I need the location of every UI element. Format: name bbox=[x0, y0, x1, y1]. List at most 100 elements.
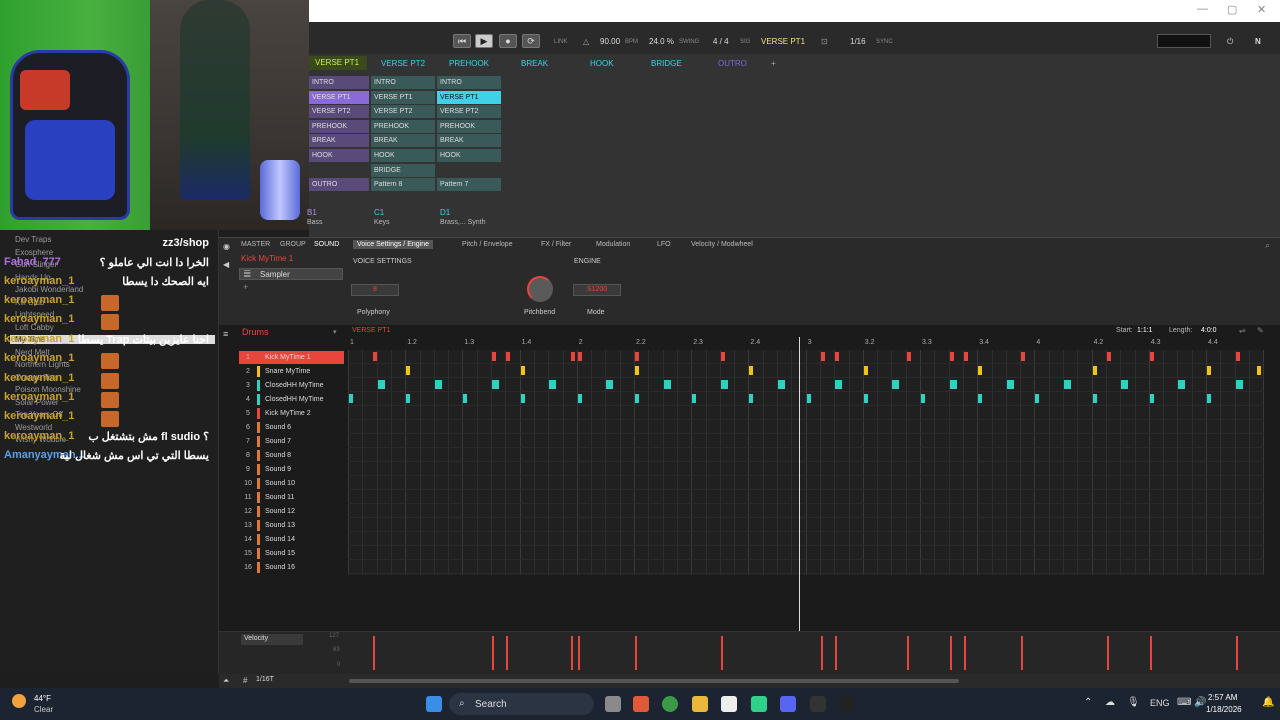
velocity-bar[interactable] bbox=[1106, 636, 1109, 670]
grid-icon[interactable]: # bbox=[243, 676, 247, 685]
velocity-bar[interactable] bbox=[820, 636, 823, 670]
sound-row[interactable]: 10 Sound 10 bbox=[239, 477, 344, 490]
note-step[interactable] bbox=[906, 352, 911, 361]
plugin-icon[interactable]: ◀ bbox=[223, 260, 229, 269]
quantize-value[interactable]: 1/16 bbox=[850, 37, 866, 46]
note-step[interactable] bbox=[892, 380, 900, 389]
sound-row[interactable]: 5 Kick MyTime 2 bbox=[239, 407, 344, 420]
velocity-bar[interactable] bbox=[492, 636, 494, 670]
zoom-icon[interactable]: ⇌ bbox=[1239, 326, 1246, 335]
note-step[interactable] bbox=[635, 394, 639, 403]
velocity-bar[interactable] bbox=[720, 636, 723, 670]
timeline-ruler[interactable]: 1 1.2 1.3 1.4 2 2.2 2.3 2.4 3 3.2 3.3 3.4 4 4.2 4.3 4.4 bbox=[348, 339, 1264, 349]
note-step[interactable] bbox=[635, 352, 639, 361]
note-step[interactable] bbox=[1006, 380, 1014, 389]
network-icon[interactable]: ⌨ bbox=[1177, 697, 1191, 708]
pattern-slot[interactable]: BREAK bbox=[309, 134, 369, 148]
pattern-slot[interactable] bbox=[309, 164, 369, 177]
sound-row[interactable]: 6 Sound 6 bbox=[239, 421, 344, 434]
length-value[interactable]: 4:0:0 bbox=[1201, 327, 1217, 334]
sound-row[interactable]: 9 Sound 9 bbox=[239, 463, 344, 476]
sound-row[interactable]: 3 ClosedHH MyTime bbox=[239, 379, 344, 392]
note-step[interactable] bbox=[377, 380, 385, 389]
pattern-slot[interactable]: VERSE PT1 bbox=[371, 90, 435, 104]
note-step[interactable] bbox=[863, 366, 868, 375]
note-step[interactable] bbox=[1149, 352, 1154, 361]
play-button[interactable]: ▶ bbox=[475, 34, 493, 48]
note-step[interactable] bbox=[863, 394, 868, 403]
scene-tab[interactable]: BRIDGE bbox=[651, 59, 682, 68]
note-step[interactable] bbox=[492, 380, 499, 389]
pattern-slot[interactable]: BRIDGE bbox=[371, 163, 435, 177]
note-step[interactable] bbox=[820, 352, 825, 361]
collapse-icon[interactable]: ⏶ bbox=[223, 676, 229, 686]
note-step[interactable] bbox=[1257, 366, 1262, 375]
pattern-slot[interactable]: INTRO bbox=[437, 76, 501, 89]
scene-tab[interactable]: BREAK bbox=[521, 59, 548, 68]
note-step[interactable] bbox=[1092, 366, 1097, 375]
sound-row[interactable]: 14 Sound 14 bbox=[239, 533, 344, 546]
pattern-slot[interactable]: PREHOOK bbox=[309, 119, 369, 133]
editor-tab[interactable]: LFO bbox=[657, 241, 671, 248]
note-step[interactable] bbox=[949, 352, 954, 361]
maschine-icon[interactable] bbox=[839, 696, 855, 712]
pattern-slot[interactable]: OUTRO bbox=[309, 178, 369, 192]
velocity-bar[interactable] bbox=[506, 636, 509, 670]
master-meter[interactable] bbox=[1157, 34, 1211, 48]
editor-tab[interactable]: FX / Filter bbox=[541, 241, 571, 248]
group-slot-name[interactable]: B1 bbox=[307, 208, 317, 217]
note-step[interactable] bbox=[520, 366, 525, 375]
search-box[interactable]: ⌕ Search bbox=[449, 693, 594, 715]
mode-control[interactable]: S1200 bbox=[573, 284, 621, 296]
note-step[interactable] bbox=[692, 394, 697, 403]
cloud-icon[interactable]: ☁ bbox=[1105, 697, 1115, 708]
note-step[interactable] bbox=[577, 394, 582, 403]
pencil-icon[interactable]: ✎ bbox=[1257, 326, 1264, 335]
velocity-bar[interactable] bbox=[635, 636, 637, 670]
editor-tab[interactable]: Velocity / Modwheel bbox=[691, 241, 753, 248]
maximize-icon[interactable]: ▢ bbox=[1227, 3, 1237, 16]
windows-start-icon[interactable] bbox=[426, 696, 442, 712]
pattern-slot[interactable]: Pattern 7 bbox=[437, 178, 501, 192]
pattern-slot[interactable]: HOOK bbox=[371, 149, 435, 162]
note-step[interactable] bbox=[570, 352, 575, 361]
note-step[interactable] bbox=[749, 366, 754, 375]
search-icon[interactable]: ⌕ bbox=[1265, 240, 1270, 251]
note-step[interactable] bbox=[349, 394, 353, 403]
polyphony-control[interactable]: 8 bbox=[351, 284, 399, 296]
group-slot-name[interactable]: D1 bbox=[440, 208, 450, 217]
chevron-up-icon[interactable]: ⌃ bbox=[1084, 697, 1092, 708]
metronome-icon[interactable]: △ bbox=[583, 37, 589, 46]
add-plugin-icon[interactable]: + bbox=[243, 282, 248, 292]
note-step[interactable] bbox=[434, 380, 442, 389]
note-step[interactable] bbox=[506, 352, 511, 361]
note-step[interactable] bbox=[1235, 352, 1240, 361]
velocity-bar[interactable] bbox=[570, 636, 573, 670]
sound-row[interactable]: 7 Sound 7 bbox=[239, 435, 344, 448]
note-step[interactable] bbox=[635, 366, 639, 375]
tab-sound[interactable]: SOUND bbox=[314, 241, 339, 248]
note-step[interactable] bbox=[720, 380, 728, 389]
scene-tab[interactable]: VERSE PT2 bbox=[381, 59, 425, 68]
pattern-name[interactable]: VERSE PT1 bbox=[352, 327, 391, 334]
note-step[interactable] bbox=[463, 394, 468, 403]
group-label[interactable]: Drums bbox=[242, 327, 269, 337]
note-step[interactable] bbox=[749, 394, 754, 403]
note-step[interactable] bbox=[1178, 380, 1186, 389]
pattern-slot[interactable]: VERSE PT2 bbox=[309, 105, 369, 119]
app-icon[interactable] bbox=[751, 696, 767, 712]
note-step[interactable] bbox=[835, 352, 840, 361]
volume-icon[interactable]: 🔊 bbox=[1194, 697, 1206, 708]
plugin-slot[interactable]: 𝄚 Sampler bbox=[239, 268, 343, 280]
horizontal-scrollbar[interactable] bbox=[349, 679, 959, 683]
start-value[interactable]: 1:1:1 bbox=[1137, 327, 1153, 334]
tab-group[interactable]: GROUP bbox=[280, 241, 306, 248]
sound-row[interactable]: 1 Kick MyTime 1 bbox=[239, 351, 344, 364]
pattern-slot[interactable]: VERSE PT1 bbox=[437, 90, 501, 104]
pattern-slot[interactable]: HOOK bbox=[437, 149, 501, 162]
pattern-slot[interactable]: INTRO bbox=[309, 76, 369, 89]
note-step[interactable] bbox=[1207, 366, 1211, 375]
menu-icon[interactable]: ≡ bbox=[223, 329, 228, 339]
chrome-icon[interactable] bbox=[662, 696, 678, 712]
loop-button[interactable]: ⟳ bbox=[522, 34, 540, 48]
